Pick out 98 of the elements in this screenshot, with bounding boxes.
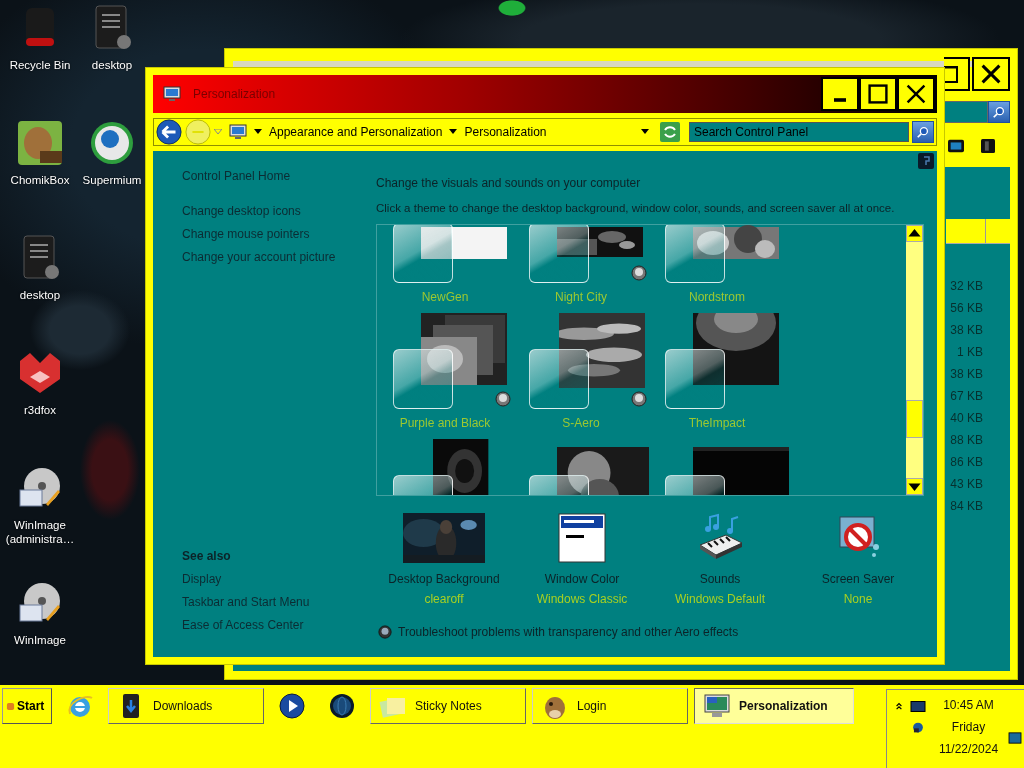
troubleshoot-link[interactable]: Troubleshoot problems with transparency and other Aero effects: [398, 625, 739, 639]
scroll-down-button[interactable]: [906, 478, 923, 495]
theme-name[interactable]: Night City: [513, 290, 649, 304]
file-size: 56 KB: [950, 300, 983, 317]
section-title: See also: [182, 548, 231, 565]
setting-label[interactable]: Sounds: [699, 569, 741, 589]
window-icon[interactable]: [558, 513, 606, 563]
theme-name[interactable]: Nordstrom: [649, 290, 785, 304]
breadcrumb[interactable]: Personalization: [464, 125, 547, 139]
sidebar-link[interactable]: Ease of Access Center: [182, 614, 304, 637]
caret-icon[interactable]: [641, 129, 649, 135]
file-size: 86 KB: [950, 454, 983, 471]
start-button[interactable]: Start: [2, 688, 52, 724]
monitor-icon: [703, 692, 731, 720]
taskbar-button[interactable]: Sticky Notes: [370, 688, 526, 724]
icon-label[interactable]: desktop: [19, 288, 61, 302]
caret-icon[interactable]: [449, 129, 458, 135]
icon-label[interactable]: Supermium: [82, 173, 142, 187]
sidebar-link[interactable]: Change desktop icons: [182, 200, 301, 223]
browser-icon[interactable]: [88, 119, 136, 167]
page-heading: Change the visuals and sounds on your computer: [376, 175, 642, 192]
hamster-icon[interactable]: [16, 119, 64, 167]
sidebar-link[interactable]: Change mouse pointers: [182, 223, 310, 246]
view-icon[interactable]: [948, 139, 964, 153]
search-button[interactable]: [988, 101, 1010, 123]
theme-name[interactable]: TheImpact: [649, 416, 785, 430]
setting-value[interactable]: Windows Classic: [536, 589, 628, 609]
start-icon: [6, 700, 15, 712]
setting-value[interactable]: clearoff: [424, 589, 464, 609]
setting-label[interactable]: Desktop Background: [388, 569, 500, 589]
window-title: Personalization: [193, 87, 276, 101]
network-icon[interactable]: [910, 720, 926, 734]
search-icon: [992, 105, 1006, 119]
search-field[interactable]: Search Control Panel: [689, 122, 909, 142]
icon-label[interactable]: r3dfox: [24, 403, 56, 417]
chevron-icon[interactable]: [895, 700, 903, 712]
icon-label[interactable]: desktop: [91, 58, 133, 72]
scrollbar-thumb[interactable]: [906, 400, 923, 438]
setting-label[interactable]: Screen Saver: [821, 569, 895, 589]
back-button[interactable]: [156, 119, 182, 145]
clock-time[interactable]: 10:45 AM: [943, 694, 994, 716]
clock-date[interactable]: 11/22/2024: [938, 738, 999, 760]
file-size: 40 KB: [950, 410, 983, 427]
search-field[interactable]: [944, 101, 988, 123]
icon-label[interactable]: ChomikBox: [10, 173, 70, 187]
help-icon[interactable]: [918, 153, 934, 169]
close-button[interactable]: [897, 77, 935, 111]
sidebar-link[interactable]: Control Panel Home: [182, 165, 291, 188]
monitor-icon: [163, 86, 181, 102]
sidebar-link[interactable]: Display: [182, 568, 222, 591]
taskbar-button[interactable]: Login: [532, 688, 688, 724]
theme-name[interactable]: S-Aero: [513, 416, 649, 430]
intro-text: Click a theme to change the desktop background, window color, sounds, and screen saver all at once.: [376, 201, 896, 216]
search-button[interactable]: [912, 121, 934, 143]
maximize-button[interactable]: [944, 57, 970, 91]
monitor-icon: [229, 124, 247, 140]
setting-value[interactable]: Windows Default: [674, 589, 765, 609]
file-size: 1 KB: [957, 344, 983, 361]
file-size: 43 KB: [950, 476, 983, 493]
taskbar-button[interactable]: Personalization: [694, 688, 854, 724]
maximize-icon: [866, 82, 890, 106]
icon-label[interactable]: WinImage (administra…: [1, 518, 79, 546]
setting-label[interactable]: Window Color: [544, 569, 620, 589]
file-size: 84 KB: [950, 498, 983, 515]
icon-label[interactable]: WinImage: [14, 633, 66, 647]
icon-label[interactable]: Recycle Bin: [9, 58, 71, 72]
desktop-icon[interactable]: [1008, 732, 1022, 744]
file-size: 38 KB: [950, 366, 983, 383]
minimize-button[interactable]: [821, 77, 859, 111]
sidebar-link[interactable]: Taskbar and Start Menu: [182, 591, 310, 614]
file-size: 32 KB: [950, 278, 983, 295]
search-icon: [916, 125, 930, 139]
minimize-icon: [834, 98, 846, 102]
globe-icon[interactable]: [328, 692, 356, 720]
maximize-button[interactable]: [859, 77, 897, 111]
theme-frame[interactable]: [529, 225, 589, 283]
file-size: 67 KB: [950, 388, 983, 405]
refresh-button[interactable]: [660, 122, 680, 142]
setting-value[interactable]: None: [843, 589, 873, 609]
sidebar-link[interactable]: Change your account picture: [182, 246, 336, 269]
theme-name[interactable]: Purple and Black: [377, 416, 513, 430]
breadcrumb[interactable]: Appearance and Personalization: [269, 125, 443, 139]
play-icon[interactable]: [278, 692, 306, 720]
monitor-icon[interactable]: [910, 699, 926, 713]
clock-day[interactable]: Friday: [951, 716, 986, 738]
theme-frame[interactable]: [529, 349, 589, 409]
scroll-up-button[interactable]: [906, 225, 923, 242]
taskbar-button[interactable]: Downloads: [108, 688, 264, 724]
pane-icon[interactable]: [980, 139, 996, 153]
orb-icon: [378, 625, 392, 639]
close-icon: [979, 62, 1003, 86]
caret-icon[interactable]: [254, 129, 262, 135]
theme-frame[interactable]: [665, 349, 725, 409]
theme-name[interactable]: NewGen: [377, 290, 513, 304]
close-button[interactable]: [972, 57, 1010, 91]
file-size: 38 KB: [950, 322, 983, 339]
close-icon: [904, 82, 928, 106]
file-size: 88 KB: [950, 432, 983, 449]
